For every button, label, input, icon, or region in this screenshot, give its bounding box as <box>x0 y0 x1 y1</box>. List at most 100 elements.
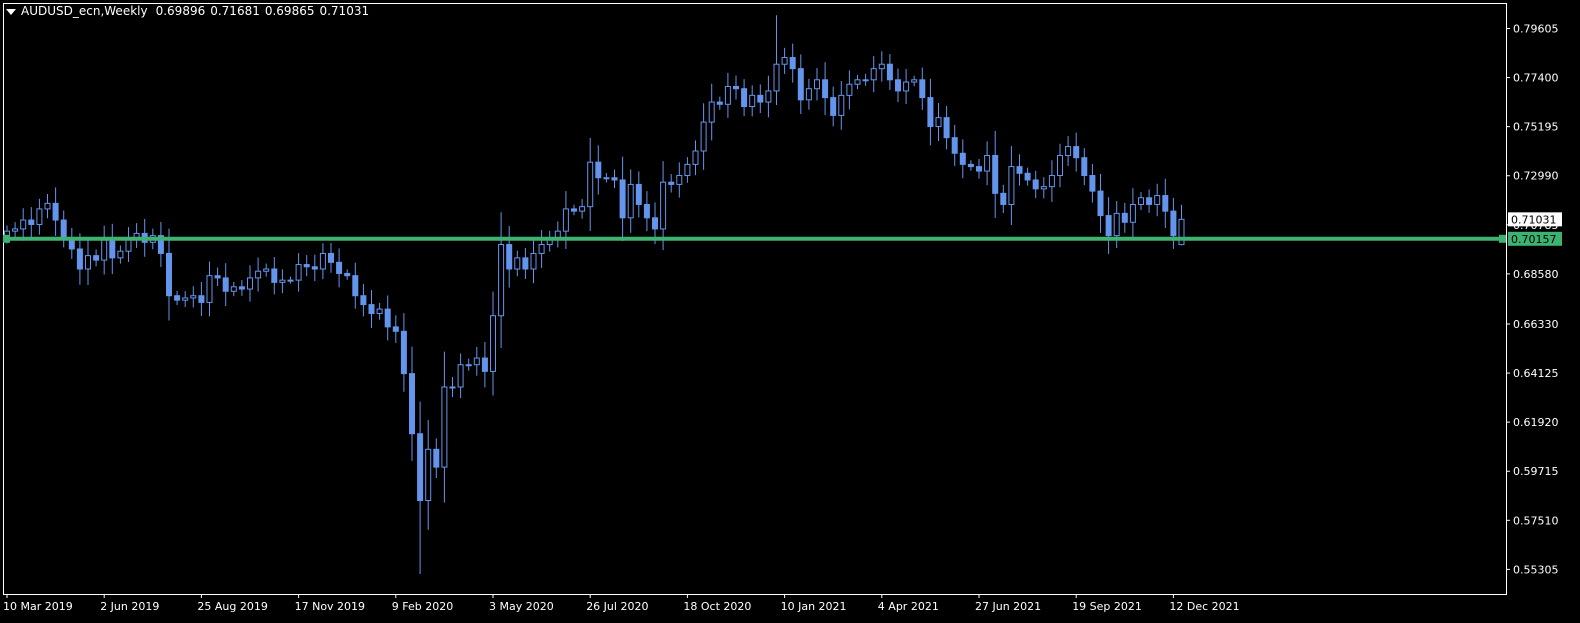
candle-body <box>822 79 829 99</box>
candle-body <box>603 177 610 180</box>
candle-body <box>838 94 845 116</box>
x-tick-label: 10 Jan 2021 <box>781 600 847 613</box>
candle-body <box>60 219 67 239</box>
candle-body <box>263 268 270 272</box>
candle-body <box>959 152 966 165</box>
candle-body <box>830 97 837 116</box>
candle-body <box>668 181 675 185</box>
candle-body <box>1129 203 1136 223</box>
candle-body <box>595 161 602 179</box>
candle-body <box>206 275 213 303</box>
candle-body <box>1154 195 1161 205</box>
candle-body <box>538 244 545 254</box>
candle-body <box>587 161 594 208</box>
open-value: 0.69896 <box>155 4 206 18</box>
candle-body <box>425 448 432 502</box>
candle-body <box>76 248 83 270</box>
candle-body <box>1170 210 1177 237</box>
candle-body <box>1178 218 1185 246</box>
candle-body <box>1073 146 1080 159</box>
candle-body <box>44 202 51 210</box>
x-tick-label: 19 Sep 2021 <box>1072 600 1142 613</box>
candle-body <box>214 275 221 279</box>
candle-body <box>635 183 642 205</box>
candle-body <box>846 83 853 96</box>
candle-body <box>652 217 658 230</box>
candle-body <box>1089 175 1096 192</box>
x-tick-label: 4 Apr 2021 <box>878 600 939 613</box>
candle-body <box>1146 197 1153 205</box>
candle-body <box>976 166 982 172</box>
candle-body <box>101 239 108 261</box>
x-tick-label: 18 Oct 2020 <box>683 600 751 613</box>
candle-body <box>93 255 100 261</box>
candle-body <box>716 101 723 105</box>
triangle-down-icon[interactable] <box>6 8 16 15</box>
x-tick-label: 12 Dec 2021 <box>1169 600 1239 613</box>
candle-body <box>773 63 780 92</box>
candle-body <box>1138 197 1144 205</box>
candle-body <box>951 137 958 154</box>
chart-header: AUDUSD_ecn,Weekly 0.69896 0.71681 0.69865 0… <box>6 4 374 18</box>
candle-body <box>506 244 513 270</box>
candle-body <box>789 57 796 70</box>
candle-body <box>52 202 59 221</box>
candle-body <box>441 386 448 468</box>
candle-body <box>676 175 683 185</box>
candle-body <box>733 85 739 90</box>
candle-body <box>473 357 480 366</box>
candle-body <box>36 208 43 225</box>
candle-body <box>1097 190 1104 217</box>
candle-body <box>1024 172 1031 181</box>
candle-body <box>190 295 197 299</box>
candle-body <box>1065 146 1072 156</box>
candle-body <box>886 63 893 81</box>
candle-body <box>174 295 181 301</box>
candle-body <box>805 88 812 101</box>
candle-body <box>903 81 910 92</box>
candle-body <box>1000 192 1007 205</box>
candle-body <box>222 277 229 292</box>
candle-body <box>1162 195 1169 212</box>
y-tick-label: 0.79605 <box>1513 22 1559 35</box>
candle-body <box>984 154 991 172</box>
candle-body <box>927 97 934 128</box>
candle-body <box>862 79 869 82</box>
candle-body <box>1032 179 1039 190</box>
candle-body <box>514 257 521 270</box>
candle-body <box>368 304 375 315</box>
x-tick-label: 10 Mar 2019 <box>3 600 73 613</box>
candle-body <box>660 181 667 230</box>
candle-body <box>579 206 586 212</box>
candle-body <box>765 90 772 103</box>
candle-body <box>255 270 262 279</box>
candle-body <box>935 117 942 128</box>
y-tick-label: 0.77400 <box>1513 72 1559 85</box>
candle-body <box>1040 186 1047 190</box>
candle-body <box>481 357 488 372</box>
close-value: 0.71031 <box>319 4 370 18</box>
y-tick-label: 0.57510 <box>1513 514 1559 527</box>
candle-body <box>571 208 577 212</box>
current-price-label: 0.71031 <box>1511 213 1557 226</box>
low-value: 0.69865 <box>264 4 315 18</box>
candle-body <box>797 68 804 101</box>
x-tick-label: 9 Feb 2020 <box>392 600 453 613</box>
candle-body <box>643 203 650 219</box>
candle-body <box>749 94 756 108</box>
hline-price-label: 0.70157 <box>1511 233 1557 246</box>
candle-body <box>708 101 715 123</box>
candle-body <box>376 308 383 315</box>
y-tick-label: 0.68580 <box>1513 268 1559 281</box>
candle-body <box>409 373 415 435</box>
candle-body <box>1113 212 1120 237</box>
candle-body <box>352 275 359 297</box>
candle-body <box>465 364 472 367</box>
candle-body <box>878 63 885 70</box>
candle-body <box>360 295 367 306</box>
candle-body <box>287 279 294 282</box>
price-chart[interactable]: 0.796050.774000.751950.729900.707850.685… <box>0 0 1580 623</box>
candle-body <box>271 268 278 283</box>
candle-body <box>895 79 901 92</box>
ohlc-readout: 0.69896 0.71681 0.69865 0.71031 <box>156 4 375 18</box>
